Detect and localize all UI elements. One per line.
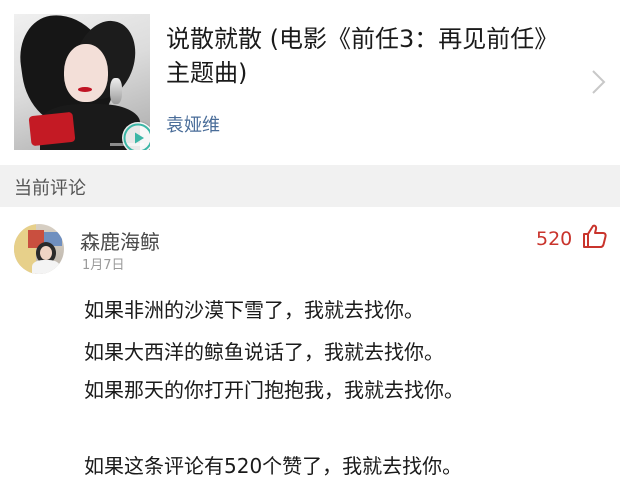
comment-line: 如果大西洋的鲸鱼说话了，我就去找你。 [84,340,444,364]
avatar[interactable] [14,224,64,274]
comment-line: 如果这条评论有520个赞了，我就去找你。 [84,454,463,478]
like-count[interactable]: 520 [536,228,572,250]
artist-name[interactable]: 袁娅维 [166,111,220,137]
cover-art-logo [28,111,76,147]
chevron-right-icon[interactable] [590,68,608,96]
cover-art-earring [110,78,122,104]
play-icon [123,123,150,150]
cover-art-face [64,44,108,102]
comment-line: 如果非洲的沙漠下雪了，我就去找你。 [84,298,424,322]
avatar-art-5 [40,246,52,260]
album-cover[interactable] [14,14,150,150]
section-title: 当前评论 [14,178,86,199]
cover-art-lips [78,87,92,92]
comment-line: 如果那天的你打开门抱抱我，我就去找你。 [84,378,464,402]
comment-date: 1月7日 [82,258,125,273]
section-bar [0,165,620,207]
thumbs-up-icon[interactable] [582,223,608,249]
avatar-art-6 [32,260,60,274]
play-button[interactable] [122,122,150,150]
song-title[interactable]: 说散就散 (电影《前任3：再见前任》主题曲) [166,22,566,90]
comment-username[interactable]: 森鹿海鲸 [80,226,160,255]
